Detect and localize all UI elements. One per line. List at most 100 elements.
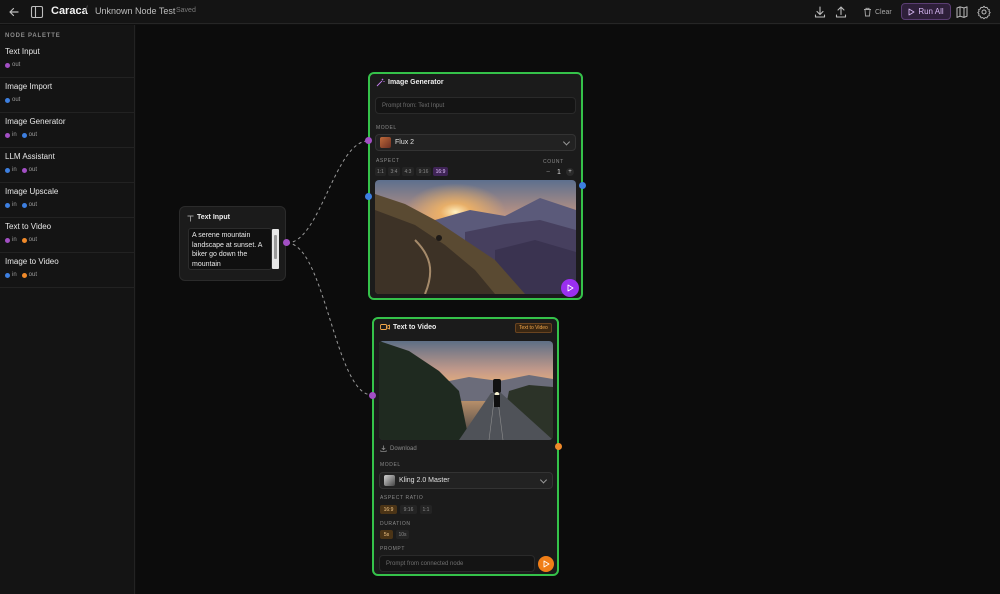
play-icon [543,560,550,568]
chevron-down-icon [539,475,548,484]
clear-button[interactable]: Clear [863,5,892,19]
palette-item-label: Image Upscale [5,187,59,196]
textarea-scrollbar[interactable] [272,229,279,269]
node-title: Text to Video [393,324,437,331]
video-camera-icon [380,324,390,330]
count-decrement-button[interactable]: − [544,169,552,176]
model-label: MODEL [376,125,397,131]
sunset-mountain-image [375,180,576,294]
count-label: COUNT [543,159,564,165]
palette-heading: NODE PALETTE [5,33,61,39]
image-generator-output-handle[interactable] [579,182,586,189]
option-chip-16-9[interactable]: 16:9 [433,167,448,176]
option-chip-3-4[interactable]: 3:4 [388,167,400,176]
palette-item-label: Text to Video [5,222,52,231]
out-port-label: out [28,202,38,208]
option-chip-16-9[interactable]: 16:9 [380,505,397,514]
model-select[interactable]: Flux 2 [375,134,576,151]
palette-item-text-to-video[interactable]: Text to Video in out [0,218,135,253]
palette-item-llm-assistant[interactable]: LLM Assistant in out [0,148,135,183]
count-stepper[interactable]: − 1 + [544,168,574,176]
text-to-video-output-handle[interactable] [555,443,562,450]
text-to-video-prompt-input-handle[interactable] [369,392,376,399]
magic-wand-icon [376,78,385,87]
panel-toggle-icon[interactable] [30,4,44,20]
option-chip-1-1[interactable]: 1:1 [420,505,432,514]
settings-gear-icon[interactable] [976,4,992,20]
model-select-value: Flux 2 [395,139,415,146]
port-list: in out [5,237,42,243]
aspect-label: ASPECT [376,158,400,164]
in-port-dot [5,132,10,138]
download-icon[interactable] [812,4,828,20]
prompt-textarea[interactable]: A serene mountain landscape at sunset. A… [188,228,272,270]
download-label: Download [390,445,417,452]
in-port-label: in [12,202,17,208]
node-title: Text Input [197,214,230,221]
in-port-label: in [12,132,17,138]
scrollbar-thumb[interactable] [274,235,277,259]
option-chip-1-1[interactable]: 1:1 [375,167,386,176]
generate-video-button[interactable] [538,556,554,572]
text-type-icon [187,215,194,222]
clear-label: Clear [875,8,892,16]
model-thumbnail-icon [384,475,395,486]
out-port-label: out [28,272,38,278]
in-port-label: in [12,272,17,278]
option-chip-10s[interactable]: 10s [396,530,409,539]
palette-item-image-generator[interactable]: Image Generator in out [0,113,135,148]
out-port-dot [21,272,27,278]
port-list: out [5,97,25,103]
in-port-dot [5,202,10,208]
out-port-dot [5,97,10,103]
in-port-dot [5,272,10,278]
generate-button[interactable] [561,279,579,297]
prompt-input[interactable]: Prompt from: Text Input [375,97,576,114]
out-port-label: out [28,237,38,243]
aspect-ratio-label: ASPECT RATIO [380,495,424,501]
run-all-button[interactable]: Run All [901,3,951,20]
model-select[interactable]: Kling 2.0 Master [379,472,553,489]
option-chip-9-16[interactable]: 9:16 [416,167,431,176]
image-generator-prompt-input-handle[interactable] [365,137,372,144]
option-chip-4-3[interactable]: 4:3 [402,167,414,176]
duration-label: DURATION [380,521,411,527]
option-chip-9-16[interactable]: 9:16 [400,505,417,514]
in-port-dot [5,237,10,243]
out-port-label: out [12,97,21,103]
chevron-down-icon [562,137,571,146]
prompt-label: PROMPT [380,546,405,552]
generated-image[interactable] [375,180,576,294]
save-status: Saved [176,7,196,14]
map-icon[interactable] [954,4,970,20]
text-input-node[interactable]: Text Input A serene mountain landscape a… [179,206,286,281]
palette-item-label: Image to Video [5,257,59,266]
node-palette: NODE PALETTE Text Input out Image Import ou… [0,25,135,594]
count-value: 1 [557,168,561,176]
text-output-handle[interactable] [283,239,290,246]
back-arrow-icon[interactable] [6,4,22,20]
run-all-label: Run All [918,7,944,16]
palette-item-label: LLM Assistant [5,152,55,161]
node-title: Image Generator [388,79,444,86]
port-list: out [5,62,25,68]
play-icon [567,284,574,292]
video-preview[interactable] [379,341,553,440]
palette-item-text-input[interactable]: Text Input out [0,43,135,78]
palette-item-image-import[interactable]: Image Import out [0,78,135,113]
option-chip-5s[interactable]: 5s [380,530,393,539]
out-port-label: out [28,132,38,138]
prompt-input[interactable]: Prompt from connected node [379,555,535,572]
count-increment-button[interactable]: + [566,168,574,176]
palette-item-image-upscale[interactable]: Image Upscale in out [0,183,135,218]
palette-item-image-to-video[interactable]: Image to Video in out [0,253,135,288]
image-generator-image-input-handle[interactable] [365,193,372,200]
download-button[interactable]: Download [380,445,417,452]
text-to-video-node[interactable]: Text to Video Text to Video Download MOD… [372,317,559,576]
document-title[interactable]: Unknown Node Test [95,6,175,16]
top-bar: Caraca / Unknown Node Test Saved Clear R… [0,0,1000,24]
upload-icon[interactable] [833,4,849,20]
palette-item-label: Text Input [5,47,40,56]
app-title: Caraca [51,5,88,17]
image-generator-node[interactable]: Image Generator Prompt from: Text Input … [368,72,583,300]
